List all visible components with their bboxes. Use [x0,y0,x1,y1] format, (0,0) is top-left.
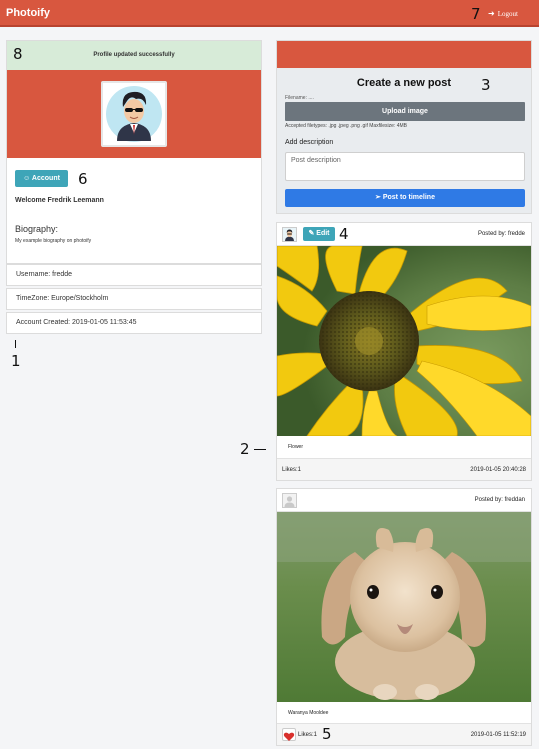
upload-image-button[interactable]: Upload image [285,102,525,121]
logout-icon: ➜ [488,9,495,18]
annotation-marker-2: 2 [240,440,250,458]
annotation-marker-4: 4 [339,225,349,243]
biography-heading: Biography: [15,224,59,234]
annotation-marker-7: 7 [471,5,481,23]
accepted-filetypes-text: Accepted filetypes: .jpg .jpeg .png .gif… [285,123,408,129]
annotation-marker-6: 6 [78,170,88,188]
post-date: 2019-01-05 20:40:28 [470,467,526,473]
top-navbar: Photoify ➜ Logout [0,0,539,27]
annotation-marker-5: 5 [322,725,332,743]
heart-icon [283,732,295,741]
profile-avatar [101,81,167,147]
post-header: Posted by: freddan [277,489,531,512]
post-footer: Likes:1 2019-01-05 20:40:28 [277,458,531,480]
post-card: Posted by: freddan Waranya Mooldee Likes… [276,488,532,746]
post-card: ✎ Edit Posted by: fredde Flower Likes:1 … [276,222,532,481]
mini-avatar-illustration [283,228,296,241]
profile-banner [7,70,261,158]
post-footer: Likes:1 2019-01-05 11:52:19 [277,723,531,745]
success-alert-text: Profile updated successfully [93,52,175,58]
annotation-pointer-2 [254,449,266,450]
likes-count: Likes:1 [282,467,302,473]
avatar-illustration [106,86,162,142]
edit-label: Edit [316,230,330,237]
post-image [277,512,531,702]
account-button[interactable]: ☺ Account [15,170,68,187]
welcome-text: Welcome Fredrik Leemann [15,197,104,204]
edit-icon: ✎ [308,230,315,237]
sunflower-photo [277,246,531,436]
rabbit-photo [277,512,531,702]
profile-card: Profile updated successfully ☺ Account W… [6,40,262,264]
timezone-row: TimeZone: Europe/Stockholm [6,288,262,310]
user-circle-icon: ☺ [23,175,31,182]
logout-link[interactable]: ➜ Logout [488,9,518,18]
poster-avatar [282,493,297,508]
account-button-label: Account [31,175,60,182]
post-caption: Flower [288,444,304,450]
edit-post-button[interactable]: ✎ Edit [303,227,335,241]
annotation-marker-8: 8 [13,45,23,63]
post-to-timeline-label: Post to timeline [382,194,435,201]
create-post-header [277,41,531,68]
add-description-label: Add description [285,139,334,146]
account-created-row: Account Created: 2019-01-05 11:53:45 [6,312,262,334]
post-image [277,246,531,436]
posted-by-text: Posted by: fredde [477,231,525,237]
biography-text: My example biography on photoify [15,238,92,244]
post-caption: Waranya Mooldee [288,710,329,716]
username-row: Username: fredde [6,264,262,286]
like-button[interactable] [282,728,296,741]
post-date: 2019-01-05 11:52:19 [470,732,526,738]
filename-label: Filename: .... [285,95,314,101]
annotation-marker-3: 3 [481,76,491,94]
poster-avatar [282,227,297,242]
brand-logo[interactable]: Photoify [6,7,50,19]
default-user-icon [284,496,295,507]
arrow-circle-icon: ➢ [375,194,381,201]
success-alert: Profile updated successfully [7,41,261,70]
post-description-input[interactable] [285,152,525,181]
annotation-pointer-1 [15,340,16,348]
posted-by-text: Posted by: freddan [474,497,525,503]
likes-count: Likes:1 [298,732,318,738]
post-header: ✎ Edit Posted by: fredde [277,223,531,246]
annotation-marker-1: 1 [11,352,21,370]
create-post-title: Create a new post [356,77,452,89]
post-to-timeline-button[interactable]: ➢ Post to timeline [285,189,525,207]
create-post-panel: Create a new post Filename: .... Upload … [276,40,532,214]
logout-label: Logout [497,10,518,18]
